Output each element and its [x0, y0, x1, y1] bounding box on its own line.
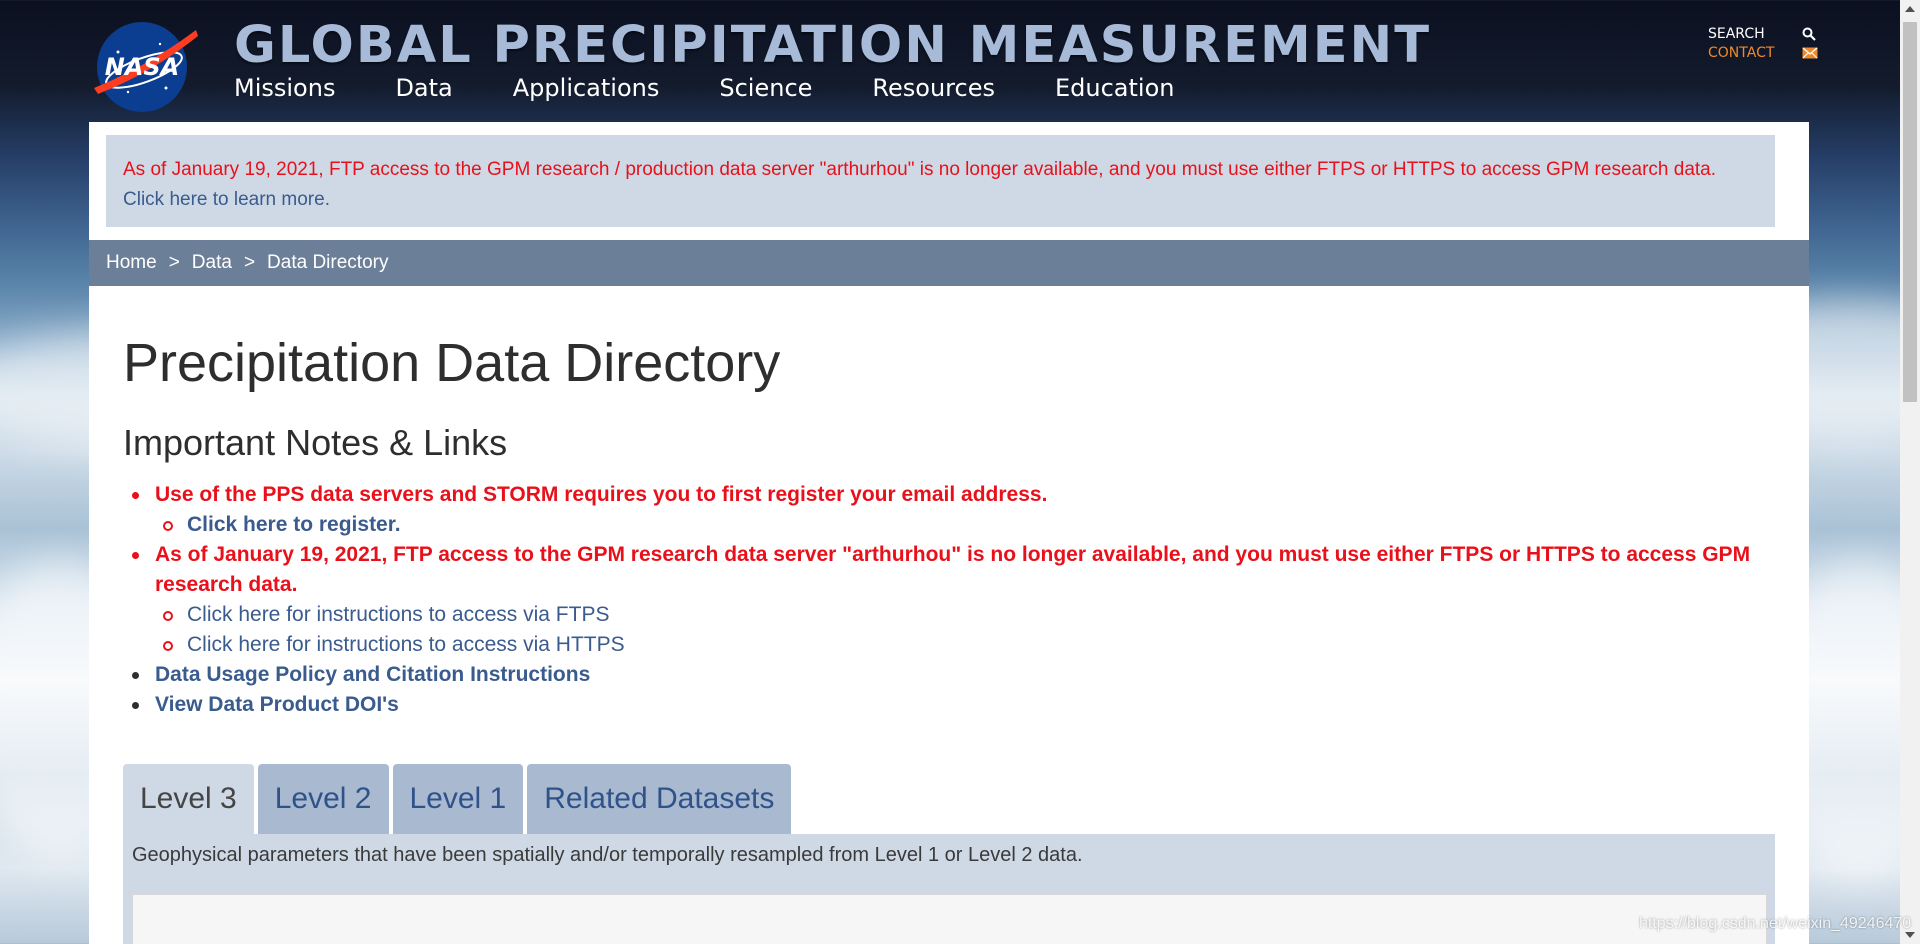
- nav-education[interactable]: Education: [1055, 74, 1174, 102]
- main-nav: Missions Data Applications Science Resou…: [234, 74, 1234, 102]
- page-title: Precipitation Data Directory: [123, 333, 781, 393]
- main-content: As of January 19, 2021, FTP access to th…: [89, 122, 1809, 944]
- data-listing-box: [132, 894, 1767, 944]
- notes-heading: Important Notes & Links: [123, 422, 508, 463]
- scroll-up-arrow-icon[interactable]: [1905, 6, 1915, 12]
- breadcrumb-data[interactable]: Data: [192, 252, 232, 274]
- site-title[interactable]: GLOBAL PRECIPITATION MEASUREMENT: [234, 16, 1431, 75]
- ftps-instructions-link[interactable]: Click here for instructions to access vi…: [123, 600, 1783, 630]
- search-icon: [1802, 27, 1816, 41]
- page-scrollbar[interactable]: [1900, 0, 1920, 944]
- notes-list: Use of the PPS data servers and STORM re…: [123, 480, 1783, 720]
- search-link[interactable]: SEARCH: [1708, 24, 1818, 43]
- nav-applications[interactable]: Applications: [513, 74, 660, 102]
- ftp-notice: As of January 19, 2021, FTP access to th…: [123, 540, 1783, 600]
- breadcrumb-separator: >: [168, 252, 180, 273]
- tab-level-3[interactable]: Level 3: [123, 764, 254, 834]
- utility-links: SEARCH CONTACT: [1708, 24, 1818, 62]
- scrollbar-thumb[interactable]: [1903, 22, 1917, 402]
- tab-level-2[interactable]: Level 2: [257, 764, 389, 834]
- mail-icon: [1802, 46, 1818, 58]
- data-usage-policy-link[interactable]: Data Usage Policy and Citation Instructi…: [123, 660, 1783, 690]
- tab-description: Geophysical parameters that have been sp…: [132, 844, 1083, 866]
- alert-learn-more-link[interactable]: Click here to learn more.: [123, 189, 330, 210]
- tab-level-1[interactable]: Level 1: [392, 764, 524, 834]
- level-tabs: Level 3 Level 2 Level 1 Related Datasets: [123, 764, 795, 834]
- alert-message: As of January 19, 2021, FTP access to th…: [123, 159, 1717, 180]
- alert-banner: As of January 19, 2021, FTP access to th…: [106, 135, 1775, 227]
- breadcrumb-home[interactable]: Home: [106, 252, 157, 274]
- tab-panel: Geophysical parameters that have been sp…: [123, 834, 1775, 944]
- register-notice: Use of the PPS data servers and STORM re…: [123, 480, 1783, 510]
- https-instructions-link[interactable]: Click here for instructions to access vi…: [123, 630, 1783, 660]
- register-link[interactable]: Click here to register.: [123, 510, 1783, 540]
- nav-missions[interactable]: Missions: [234, 74, 335, 102]
- watermark: https://blog.csdn.net/weixin_49246470: [1639, 915, 1912, 932]
- nav-resources[interactable]: Resources: [872, 74, 995, 102]
- tab-related-datasets[interactable]: Related Datasets: [527, 764, 792, 834]
- breadcrumb-current: Data Directory: [267, 252, 389, 273]
- nasa-logo-text: NASA: [105, 53, 180, 81]
- search-label: SEARCH: [1708, 25, 1765, 42]
- contact-link[interactable]: CONTACT: [1708, 43, 1818, 62]
- site-header: NASA GLOBAL PRECIPITATION MEASUREMENT Mi…: [0, 0, 1900, 122]
- nav-data[interactable]: Data: [395, 74, 452, 102]
- breadcrumb-separator: >: [243, 252, 256, 273]
- contact-label: CONTACT: [1708, 44, 1775, 61]
- nasa-logo[interactable]: NASA: [88, 18, 200, 112]
- nav-science[interactable]: Science: [719, 74, 812, 102]
- breadcrumb: Home > Data > Data Directory: [89, 240, 1809, 286]
- data-product-doi-link[interactable]: View Data Product DOI's: [123, 690, 1783, 720]
